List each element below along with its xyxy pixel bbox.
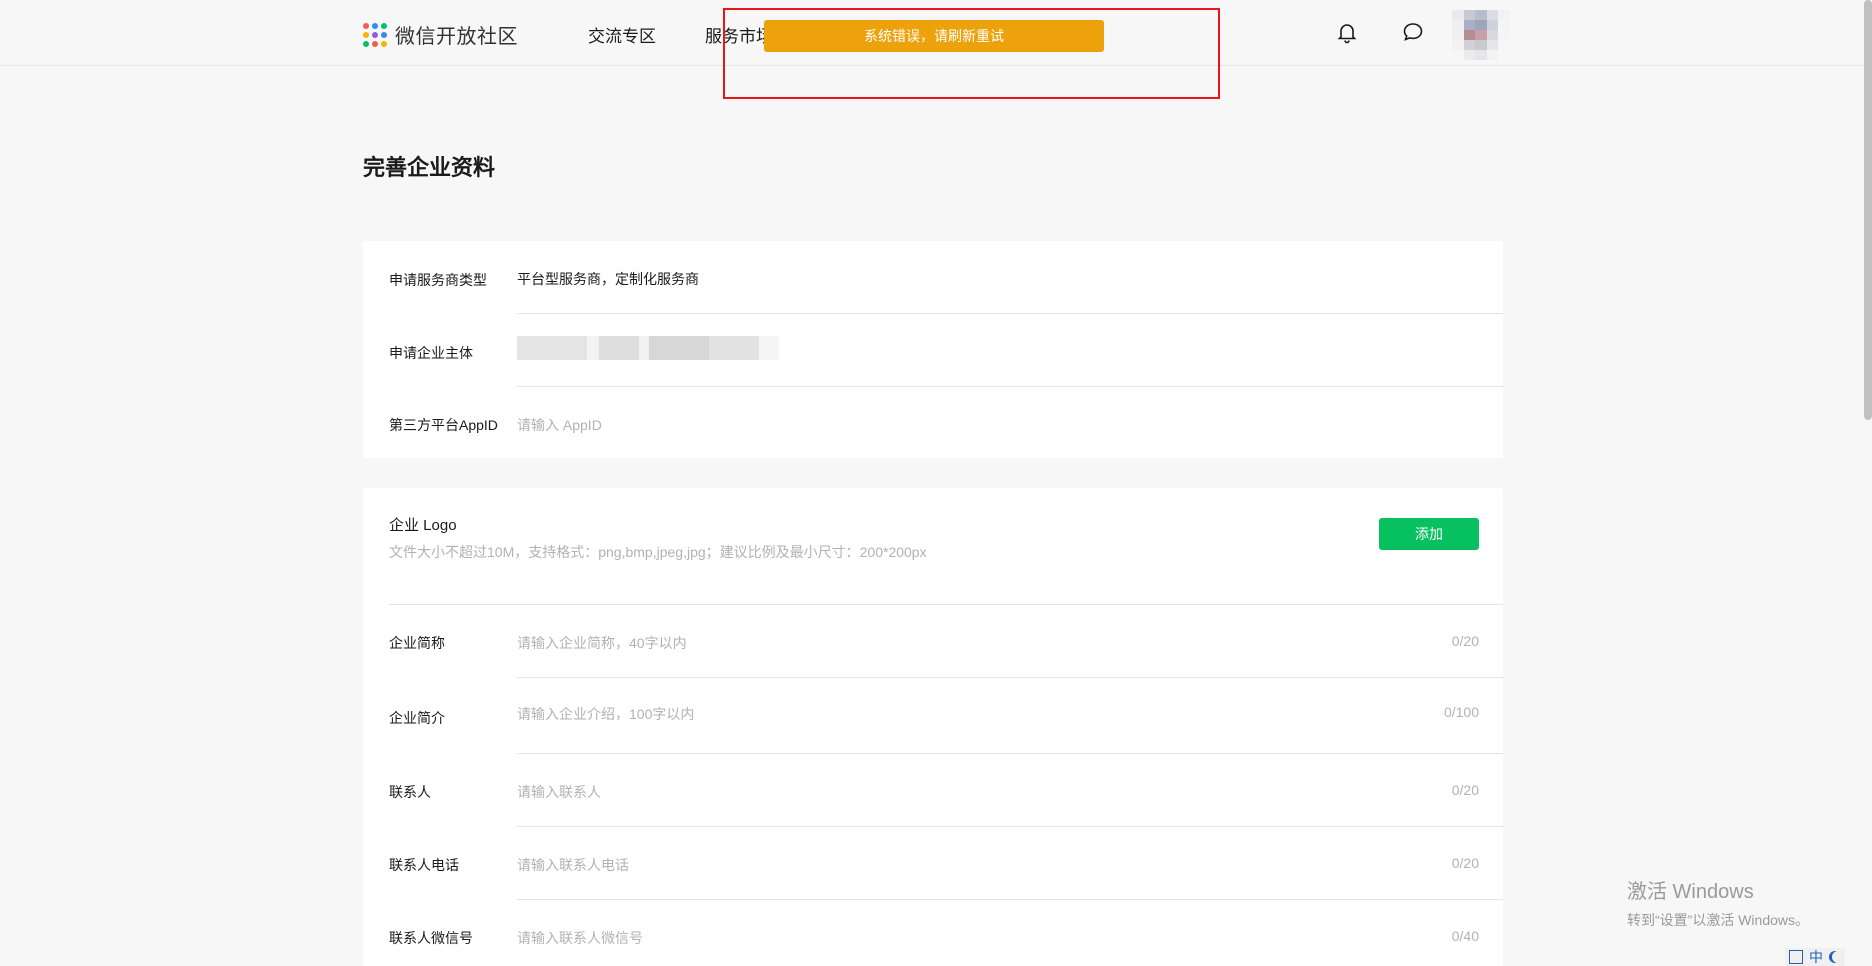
logo-field-hint: 文件大小不超过10M，支持格式：png,bmp,jpeg,jpg；建议比例及最小… bbox=[389, 544, 927, 560]
moon-icon[interactable] bbox=[1832, 951, 1844, 963]
contact-phone-input[interactable]: 请输入联系人电话 bbox=[517, 855, 629, 875]
annotation-highlight-box bbox=[723, 8, 1220, 99]
enterprise-name-redacted bbox=[517, 336, 779, 360]
logo-field-title: 企业 Logo bbox=[389, 517, 457, 534]
appid-label: 第三方平台AppID bbox=[389, 417, 498, 433]
service-type-value: 平台型服务商，定制化服务商 bbox=[517, 271, 699, 287]
enterprise-profile-card: 企业 Logo 文件大小不超过10M，支持格式：png,bmp,jpeg,jpg… bbox=[363, 488, 1503, 966]
basic-info-card: 申请服务商类型 平台型服务商，定制化服务商 申请企业主体 第三方平台AppID … bbox=[363, 241, 1503, 458]
windows-activation-watermark: 激活 Windows 转到“设置”以激活 Windows。 bbox=[1627, 875, 1809, 930]
short-name-input[interactable]: 请输入企业简称，40字以内 bbox=[517, 633, 687, 653]
contact-wechat-input[interactable]: 请输入联系人微信号 bbox=[517, 928, 643, 948]
enterprise-label: 申请企业主体 bbox=[389, 345, 473, 361]
chat-icon[interactable] bbox=[1401, 20, 1425, 44]
bell-icon[interactable] bbox=[1335, 20, 1359, 44]
ime-tray[interactable]: 中 bbox=[1785, 948, 1845, 966]
short-name-counter: 0/20 bbox=[1451, 633, 1479, 649]
page-title: 完善企业资料 bbox=[363, 155, 496, 180]
page-scrollbar[interactable] bbox=[1864, 0, 1872, 420]
contact-row[interactable]: 联系人 请输入联系人 0/20 bbox=[363, 754, 1503, 826]
avatar[interactable] bbox=[1452, 10, 1510, 60]
contact-phone-label: 联系人电话 bbox=[389, 857, 459, 873]
intro-row[interactable]: 企业简介 请输入企业介绍，100字以内 0/100 bbox=[363, 678, 1503, 753]
watermark-subtitle: 转到“设置”以激活 Windows。 bbox=[1627, 912, 1810, 928]
intro-counter: 0/100 bbox=[1443, 704, 1479, 720]
short-name-label: 企业简称 bbox=[389, 635, 445, 651]
logo-text: 微信开放社区 bbox=[395, 26, 518, 48]
intro-input[interactable]: 请输入企业介绍，100字以内 bbox=[517, 704, 694, 724]
service-type-label: 申请服务商类型 bbox=[389, 272, 487, 288]
ime-mode-label[interactable]: 中 bbox=[1809, 947, 1823, 966]
service-type-row: 申请服务商类型 平台型服务商，定制化服务商 bbox=[363, 241, 1503, 313]
contact-label: 联系人 bbox=[389, 784, 431, 800]
appid-row[interactable]: 第三方平台AppID 请输入 AppID bbox=[363, 387, 1503, 458]
add-logo-button[interactable]: 添加 bbox=[1379, 518, 1479, 550]
contact-wechat-row[interactable]: 联系人微信号 请输入联系人微信号 0/40 bbox=[363, 900, 1503, 966]
watermark-title: 激活 Windows bbox=[1627, 881, 1754, 903]
contact-counter: 0/20 bbox=[1451, 782, 1479, 798]
contact-phone-counter: 0/20 bbox=[1451, 855, 1479, 871]
logo-icon bbox=[363, 22, 387, 47]
nav-item-community[interactable]: 交流专区 bbox=[588, 22, 656, 47]
contact-wechat-counter: 0/40 bbox=[1451, 928, 1479, 944]
short-name-row[interactable]: 企业简称 请输入企业简称，40字以内 0/20 bbox=[363, 605, 1503, 677]
appid-input[interactable]: 请输入 AppID bbox=[517, 415, 602, 435]
site-logo[interactable]: 微信开放社区 bbox=[363, 20, 518, 49]
intro-label: 企业简介 bbox=[389, 710, 445, 726]
contact-wechat-label: 联系人微信号 bbox=[389, 930, 473, 946]
contact-phone-row[interactable]: 联系人电话 请输入联系人电话 0/20 bbox=[363, 827, 1503, 899]
ime-toggle-icon[interactable] bbox=[1789, 950, 1803, 964]
contact-input[interactable]: 请输入联系人 bbox=[517, 782, 601, 802]
